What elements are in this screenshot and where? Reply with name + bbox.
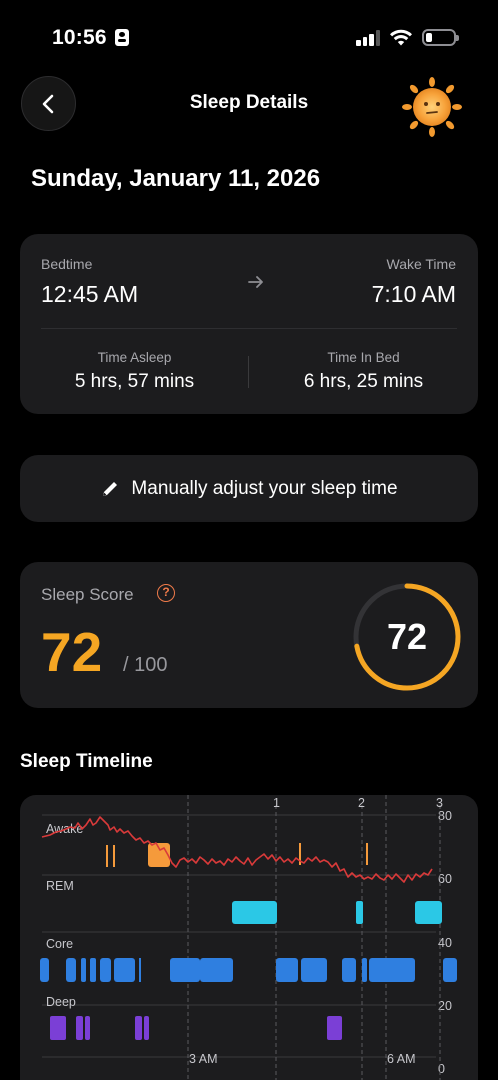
rem-block [232, 901, 277, 924]
stage-label-rem: REM [46, 879, 74, 893]
core-block [81, 958, 86, 982]
core-block [276, 958, 298, 982]
stage-label-core: Core [46, 937, 73, 951]
adjust-sleep-time-button[interactable]: Manually adjust your sleep time [20, 455, 478, 522]
date-heading: Sunday, January 11, 2026 [31, 165, 321, 192]
bedtime-label: Bedtime [41, 256, 93, 272]
time-asleep-value: 5 hrs, 57 mins [74, 371, 195, 392]
core-block [90, 958, 96, 982]
status-time: 10:56 [52, 26, 107, 49]
sleep-score-max: / 100 [123, 654, 168, 676]
score-ring-value: 72 [386, 616, 428, 657]
time-asleep-stat: Time Asleep 5 hrs, 57 mins [20, 350, 249, 393]
awake-block [113, 845, 115, 867]
stage-label-deep: Deep [46, 995, 76, 1009]
sleep-timeline-chart: 80 60 40 20 0 1 2 3 Awake REM Core Deep [20, 795, 478, 1080]
wake-time-value: 7:10 AM [371, 281, 456, 307]
awake-block [366, 843, 368, 865]
time-in-bed-label: Time In Bed [327, 350, 400, 365]
deep-block [135, 1016, 142, 1040]
deep-block [85, 1016, 90, 1040]
status-bar: 10:56 [0, 0, 498, 70]
awake-block [106, 845, 108, 867]
core-block [342, 958, 356, 982]
wake-time-label: Wake Time [386, 256, 457, 272]
deep-block [144, 1016, 149, 1040]
wifi-icon [390, 29, 412, 46]
awake-block [148, 843, 170, 867]
x-label-3am: 3 AM [189, 1052, 218, 1066]
core-block [301, 958, 327, 982]
bedtime-value: 12:45 AM [41, 281, 139, 307]
marker-2: 2 [358, 796, 365, 810]
core-block [200, 958, 233, 982]
deep-block [327, 1016, 342, 1040]
core-block [369, 958, 415, 982]
sleep-timeline-title: Sleep Timeline [20, 751, 153, 772]
sleep-score-card: Sleep Score ? 72 / 100 72 [20, 562, 478, 708]
divider [41, 328, 457, 329]
sleep-times-card: Bedtime 12:45 AM Wake Time 7:10 AM Time … [20, 234, 478, 414]
deep-block [76, 1016, 83, 1040]
sun-face-icon[interactable] [402, 77, 462, 137]
core-block [100, 958, 111, 982]
sleep-score-label: Sleep Score [41, 585, 134, 604]
rem-block [356, 901, 363, 924]
core-block [170, 958, 200, 982]
core-block [114, 958, 135, 982]
core-block [40, 958, 49, 982]
sleep-score-value: 72 [41, 621, 103, 683]
pencil-icon [103, 481, 118, 496]
question-circle-icon[interactable]: ? [157, 584, 175, 602]
time-in-bed-value: 6 hrs, 25 mins [303, 371, 424, 392]
deep-block [50, 1016, 66, 1040]
adjust-sleep-time-label: Manually adjust your sleep time [131, 477, 398, 499]
battery-icon [422, 29, 459, 46]
core-block [443, 958, 457, 982]
timeline-svg: 80 60 40 20 0 1 2 3 Awake REM Core Deep [40, 795, 457, 1080]
x-label-6am: 6 AM [387, 1052, 416, 1066]
rem-block [415, 901, 442, 924]
core-block [362, 958, 367, 982]
heart-rate-line [41, 816, 433, 883]
time-asleep-label: Time Asleep [97, 350, 172, 365]
id-card-icon [115, 29, 129, 46]
core-block [66, 958, 76, 982]
axis-tick-0: 0 [438, 1062, 445, 1076]
marker-1: 1 [273, 796, 280, 810]
arrow-right-icon [248, 276, 263, 288]
cellular-signal-icon [356, 30, 382, 46]
core-block [139, 958, 141, 982]
marker-3: 3 [436, 796, 443, 810]
time-in-bed-stat: Time In Bed 6 hrs, 25 mins [249, 350, 478, 393]
